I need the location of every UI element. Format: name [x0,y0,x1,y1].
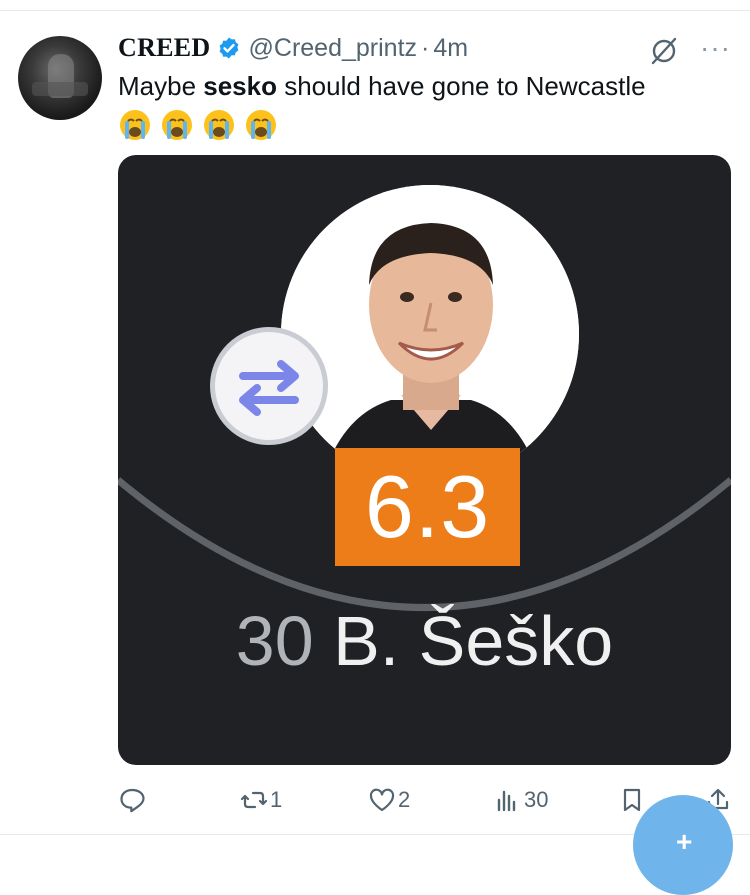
retweet-icon [240,791,268,809]
player-photo [281,185,579,483]
crying-face-icon [162,110,192,140]
tweet-text-start: Maybe [118,71,204,101]
player-portrait [281,185,579,483]
views-button[interactable]: 30 [494,780,548,820]
emoji-row [118,108,278,142]
avatar[interactable] [18,36,102,120]
verified-badge-icon [219,37,238,59]
retweet-button[interactable]: 1 [240,780,282,820]
views-icon [497,790,516,812]
avatar-figure-base [32,82,88,96]
tweet-text-bold: sesko [203,71,277,101]
like-count: 2 [398,787,411,812]
like-button[interactable]: 2 [368,780,410,820]
views-count: 30 [524,787,549,812]
player-label: 30 B. Šeško [118,601,731,681]
crying-face-icon [246,110,276,140]
reply-icon [120,788,145,813]
tweet-text: Maybe sesko should have gone to Newcastl… [118,70,738,102]
bookmark-button[interactable] [618,780,646,820]
player-number: 30 [235,602,314,680]
user-handle[interactable]: @Creed_printz [249,34,418,63]
crying-face-icon [120,110,150,140]
retweet-count: 1 [270,787,283,812]
substitution-badge [210,327,328,445]
action-bar: 1 2 30 [0,780,750,820]
heart-icon [369,788,395,812]
grok-icon[interactable] [648,35,680,67]
reply-button[interactable] [118,780,146,820]
crying-face-icon [204,110,234,140]
tweet-text-end: should have gone to Newcastle [277,71,646,101]
player-rating: 6.3 [335,448,520,566]
top-divider [0,10,750,11]
tweet-header: CREED @Creed_printz · 4m [118,32,468,64]
bookmark-icon [623,788,641,812]
media-image[interactable]: 6.3 30 B. Šeško [118,155,731,765]
swap-arrows-icon [239,360,299,416]
more-options-icon[interactable]: ··· [700,34,730,64]
display-name[interactable]: CREED [118,33,211,63]
timestamp[interactable]: 4m [433,34,468,63]
plus-icon: + [676,826,693,857]
separator-dot: · [421,33,430,62]
player-name: B. Šeško [333,602,614,680]
